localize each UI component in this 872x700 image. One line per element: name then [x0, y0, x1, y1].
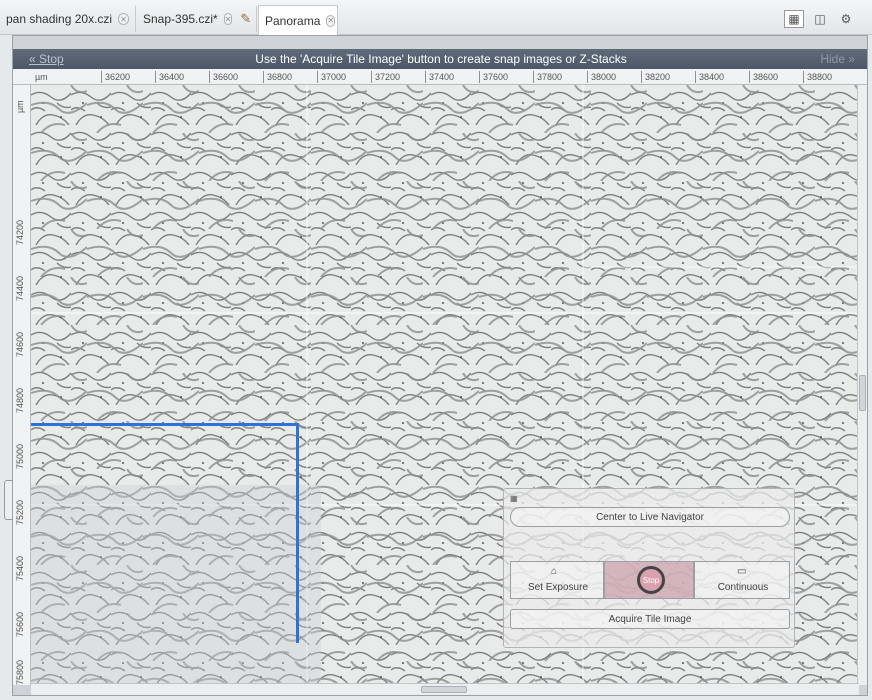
ruler-tick: 36400 — [154, 71, 185, 83]
button-label: Center to Live Navigator — [596, 511, 704, 523]
ruler-tick: 36800 — [262, 71, 293, 83]
ruler-tick: 74200 — [15, 219, 25, 245]
acquire-tile-image-button[interactable]: Acquire Tile Image — [510, 609, 790, 629]
instruction-message: Use the 'Acquire Tile Image' button to c… — [255, 52, 627, 66]
grid-layout-icon[interactable]: ▦ — [784, 10, 804, 28]
ruler-unit: µm — [35, 72, 48, 82]
tab-label: pan shading 20x.czi — [6, 12, 113, 26]
ruler-tick: 36200 — [100, 71, 131, 83]
selection-rectangle[interactable] — [31, 423, 299, 643]
ruler-tick: 74600 — [15, 331, 25, 357]
button-label: Set Exposure — [527, 582, 589, 593]
side-panel-toggle[interactable] — [4, 480, 12, 520]
video-icon: ▭ — [737, 566, 747, 577]
center-to-live-navigator-button[interactable]: Center to Live Navigator — [510, 507, 790, 527]
ruler-tick: 75200 — [15, 499, 25, 525]
tab-snap-395[interactable]: Snap-395.czi* ✕ ✎ — [137, 6, 257, 32]
ruler-tick: 75000 — [15, 443, 25, 469]
ruler-tick: 37400 — [424, 71, 455, 83]
ruler-tick: 38000 — [586, 71, 617, 83]
scroll-thumb[interactable] — [421, 686, 467, 693]
image-viewer[interactable]: « Stop Use the 'Acquire Tile Image' butt… — [12, 35, 868, 696]
stop-icon: Stop — [637, 566, 665, 594]
gear-icon[interactable]: ⚙ — [836, 10, 856, 28]
document-tab-bar: pan shading 20x.czi ✕ Snap-395.czi* ✕ ✎ … — [0, 0, 872, 35]
continuous-button[interactable]: ▭ Continuous — [694, 561, 790, 599]
acquisition-panel: ▦ Center to Live Navigator ⌂ Set Exposur… — [503, 488, 795, 648]
ruler-tick: 75800 — [15, 659, 25, 685]
ruler-tick: 75600 — [15, 611, 25, 637]
tab-panorama[interactable]: Panorama ✕ — [258, 5, 338, 35]
close-icon[interactable]: ✕ — [118, 13, 129, 25]
tab-pan-shading[interactable]: pan shading 20x.czi ✕ — [0, 6, 136, 32]
close-icon[interactable]: ✕ — [223, 13, 233, 25]
ruler-tick: 36600 — [208, 71, 239, 83]
horizontal-ruler: µm 36200 36400 36600 36800 37000 37200 3… — [13, 69, 867, 85]
ruler-tick: 37600 — [478, 71, 509, 83]
vertical-scrollbar[interactable] — [857, 85, 867, 685]
ruler-tick: 38800 — [802, 71, 833, 83]
panel-grip-icon[interactable]: ▦ — [510, 494, 518, 503]
ruler-tick: 38200 — [640, 71, 671, 83]
scroll-thumb[interactable] — [859, 375, 866, 411]
button-label: Continuous — [717, 582, 769, 593]
ruler-tick: 38400 — [694, 71, 725, 83]
ruler-tick: 37800 — [532, 71, 563, 83]
button-label: Stop — [642, 575, 660, 585]
ruler-tick: 38600 — [748, 71, 779, 83]
ruler-tick: 74400 — [15, 275, 25, 301]
tab-label: Snap-395.czi* — [143, 12, 218, 26]
ruler-tick: 37200 — [370, 71, 401, 83]
stop-acquisition-button[interactable]: Stop — [604, 561, 694, 599]
button-label: Acquire Tile Image — [608, 613, 692, 625]
tab-label: Panorama — [265, 13, 321, 28]
close-icon[interactable]: ✕ — [326, 14, 336, 27]
app-window: pan shading 20x.czi ✕ Snap-395.czi* ✕ ✎ … — [0, 0, 872, 700]
instruction-bar: « Stop Use the 'Acquire Tile Image' butt… — [13, 49, 867, 69]
hide-link[interactable]: Hide » — [820, 52, 855, 66]
horizontal-scrollbar[interactable] — [31, 683, 859, 695]
pencil-icon: ✎ — [240, 11, 252, 27]
set-exposure-button[interactable]: ⌂ Set Exposure — [510, 561, 604, 599]
ruler-tick: 75400 — [15, 555, 25, 581]
camera-icon: ⌂ — [551, 566, 558, 577]
vertical-ruler: µm 74200 74400 74600 74800 75000 75200 7… — [13, 85, 31, 685]
split-view-icon[interactable]: ◫ — [810, 10, 830, 28]
ruler-tick: 37000 — [316, 71, 347, 83]
ruler-tick: 74800 — [15, 387, 25, 413]
ruler-unit: µm — [15, 100, 25, 113]
